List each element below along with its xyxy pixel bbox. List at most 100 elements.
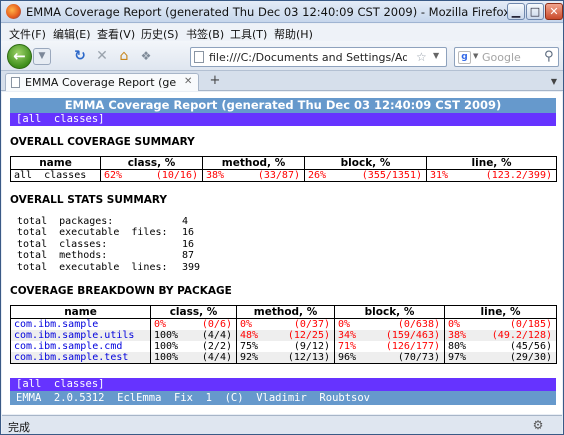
navigation-toolbar: ← ▼ ↻ ✕ ⌂ ❖ file:///C:/Documents and Set… <box>1 41 563 71</box>
engine-dropdown-icon[interactable]: ▼ <box>473 52 478 60</box>
pct: 48% <box>240 330 259 341</box>
menu-history[interactable]: 历史(S) <box>141 26 179 42</box>
title-bar: EMMA Coverage Report (generated Thu Dec … <box>1 1 563 23</box>
stop-icon[interactable]: ✕ <box>93 48 111 65</box>
menu-file[interactable]: 文件(F) <box>9 26 46 42</box>
frac: (70/73) <box>397 352 440 363</box>
all-classes-link[interactable]: [all classes] <box>16 113 105 126</box>
col-method: method, % <box>236 305 335 319</box>
summary-block-frac: (355/1351) <box>361 170 422 181</box>
package-link[interactable]: com.ibm.sample.cmd <box>14 341 122 352</box>
back-arrow-icon[interactable]: ← <box>7 44 32 69</box>
line-cell: 0% (0/185) <box>444 318 557 330</box>
stat-value: 16 <box>182 227 195 239</box>
pct: 75% <box>240 341 259 352</box>
pct: 100% <box>154 330 179 341</box>
menu-tools[interactable]: 工具(T) <box>230 26 267 42</box>
stat-value: 16 <box>182 238 195 250</box>
close-button[interactable]: ✕ <box>545 3 563 20</box>
browser-window: EMMA Coverage Report (generated Thu Dec … <box>0 0 564 435</box>
package-link[interactable]: com.ibm.sample.utils <box>14 330 134 341</box>
footer-version-bar: EMMA 2.0.5312 EclEmma Fix 1 (C) Vladimir… <box>10 391 556 405</box>
google-icon[interactable]: g <box>458 51 471 64</box>
menu-view[interactable]: 查看(V) <box>97 26 135 42</box>
col-line: line, % <box>444 305 557 319</box>
frac: (159/463) <box>385 330 440 341</box>
reload-icon[interactable]: ↻ <box>71 48 89 65</box>
pct: 0% <box>154 319 167 330</box>
menu-edit[interactable]: 编辑(E) <box>53 26 91 42</box>
addon-icon[interactable]: ⚙ <box>530 418 546 432</box>
page-icon <box>194 51 204 63</box>
all-classes-link[interactable]: [all classes] <box>16 378 105 391</box>
menu-bookmarks[interactable]: 书签(B) <box>186 26 224 42</box>
package-breakdown-table: name class, % method, % block, % line, %… <box>10 305 557 364</box>
new-tab-plus-icon[interactable]: + <box>207 74 223 89</box>
frac: (2/2) <box>201 341 232 352</box>
frac: (4/4) <box>201 330 232 341</box>
stat-label: total classes: <box>17 238 108 250</box>
summary-block-pct: 26% <box>308 170 327 181</box>
stat-label: total executable lines: <box>17 261 168 273</box>
stat-label: total packages: <box>17 216 114 227</box>
package-cell: com.ibm.sample.test <box>10 352 151 364</box>
menu-help[interactable]: 帮助(H) <box>274 26 313 42</box>
package-link[interactable]: com.ibm.sample <box>14 319 98 330</box>
pct: 71% <box>338 341 357 352</box>
star-icon[interactable]: ☆ <box>416 50 427 64</box>
package-cell: com.ibm.sample.utils <box>10 330 151 341</box>
search-magnifier-icon[interactable]: ⚲ <box>544 49 554 64</box>
pct: 97% <box>448 352 467 363</box>
line-cell: 38% (49.2/128) <box>444 330 557 341</box>
maximize-button[interactable]: □ <box>526 3 544 20</box>
tab-list-chevron-icon[interactable]: ▼ <box>547 74 561 89</box>
frac: (12/13) <box>287 352 330 363</box>
search-box[interactable]: g ▼ Google ⚲ <box>454 47 559 67</box>
header-nav-bar: [all classes] <box>10 113 556 126</box>
frac: (0/37) <box>293 319 330 330</box>
pct: 96% <box>338 352 357 363</box>
stat-value: 87 <box>182 250 195 262</box>
summary-class: 62% (10/16) <box>100 169 203 182</box>
col-name: name <box>10 305 151 319</box>
line-cell: 97% (29/30) <box>444 352 557 364</box>
forward-arrow-icon[interactable]: ▼ <box>33 48 51 65</box>
method-cell: 0% (0/37) <box>236 318 335 330</box>
overall-summary-heading: OVERALL COVERAGE SUMMARY <box>10 136 195 148</box>
pct: 0% <box>338 319 351 330</box>
page-icon <box>11 77 20 88</box>
close-icon[interactable]: ✕ <box>184 76 192 87</box>
summary-block: 26% (355/1351) <box>304 169 427 182</box>
chevron-down-icon[interactable]: ▼ <box>433 51 439 60</box>
frac: (9/12) <box>293 341 330 352</box>
pct: 0% <box>448 319 461 330</box>
summary-name: all classes <box>10 169 101 182</box>
table-row: com.ibm.sample.test 100% (4/4) 92% (12/13)… <box>10 352 557 364</box>
footer-nav-bar: [all classes] <box>10 378 556 391</box>
method-cell: 92% (12/13) <box>236 352 335 364</box>
frac: (126/177) <box>385 341 440 352</box>
home-icon[interactable]: ⌂ <box>115 48 133 65</box>
frac: (45/56) <box>509 341 552 352</box>
class-cell: 100% (4/4) <box>150 352 237 364</box>
class-cell: 100% (4/4) <box>150 330 237 341</box>
pct: 92% <box>240 352 259 363</box>
summary-method: 38% (33/87) <box>202 169 305 182</box>
page-content: EMMA Coverage Report (generated Thu Dec … <box>2 92 562 414</box>
stat-label: total executable files: <box>17 227 168 239</box>
stat-label: total methods: <box>17 250 108 262</box>
url-text[interactable]: file:///C:/Documents and Settings/Admini… <box>209 51 407 64</box>
address-bar[interactable]: file:///C:/Documents and Settings/Admini… <box>190 47 447 67</box>
report-title: EMMA Coverage Report (generated Thu Dec … <box>10 98 556 113</box>
package-link[interactable]: com.ibm.sample.test <box>14 352 128 363</box>
pct: 0% <box>240 319 253 330</box>
tab-emma-report[interactable]: EMMA Coverage Report (generat... ✕ <box>5 73 199 91</box>
frac: (0/638) <box>397 319 440 330</box>
minimize-button[interactable]: ▁ <box>507 3 525 20</box>
bookmark-icon[interactable]: ❖ <box>137 48 155 65</box>
window-title: EMMA Coverage Report (generated Thu Dec … <box>26 5 511 19</box>
line-cell: 80% (45/56) <box>444 341 557 352</box>
col-block: block, % <box>304 156 427 170</box>
col-block: block, % <box>334 305 445 319</box>
search-placeholder[interactable]: Google <box>482 51 521 64</box>
